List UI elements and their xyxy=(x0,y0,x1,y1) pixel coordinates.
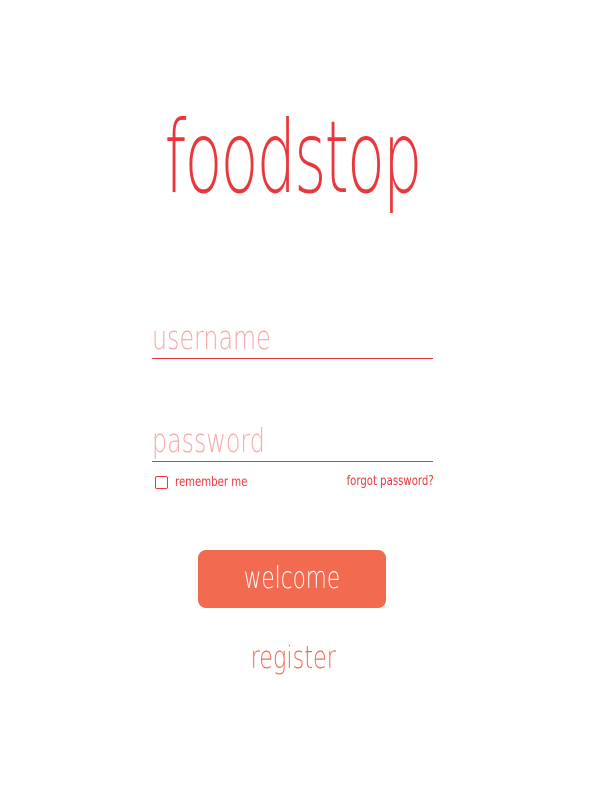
remember-me-control[interactable]: remember me xyxy=(155,474,268,490)
password-field-container xyxy=(152,421,433,462)
app-logo: foodstop xyxy=(0,108,600,226)
username-input[interactable] xyxy=(152,318,433,358)
username-underline xyxy=(152,358,433,359)
register-link[interactable]: register xyxy=(0,636,600,680)
forgot-password-link[interactable]: forgot password? xyxy=(347,474,434,490)
password-input[interactable] xyxy=(152,421,433,461)
password-underline xyxy=(152,461,433,462)
logo-text: foodstop xyxy=(164,99,423,216)
username-field-container xyxy=(152,318,433,359)
remember-me-label: remember me xyxy=(175,474,248,490)
register-link-label: register xyxy=(250,640,336,676)
welcome-button-label: welcome xyxy=(243,561,341,596)
remember-me-checkbox[interactable] xyxy=(155,475,168,489)
welcome-button[interactable]: welcome xyxy=(198,550,386,608)
